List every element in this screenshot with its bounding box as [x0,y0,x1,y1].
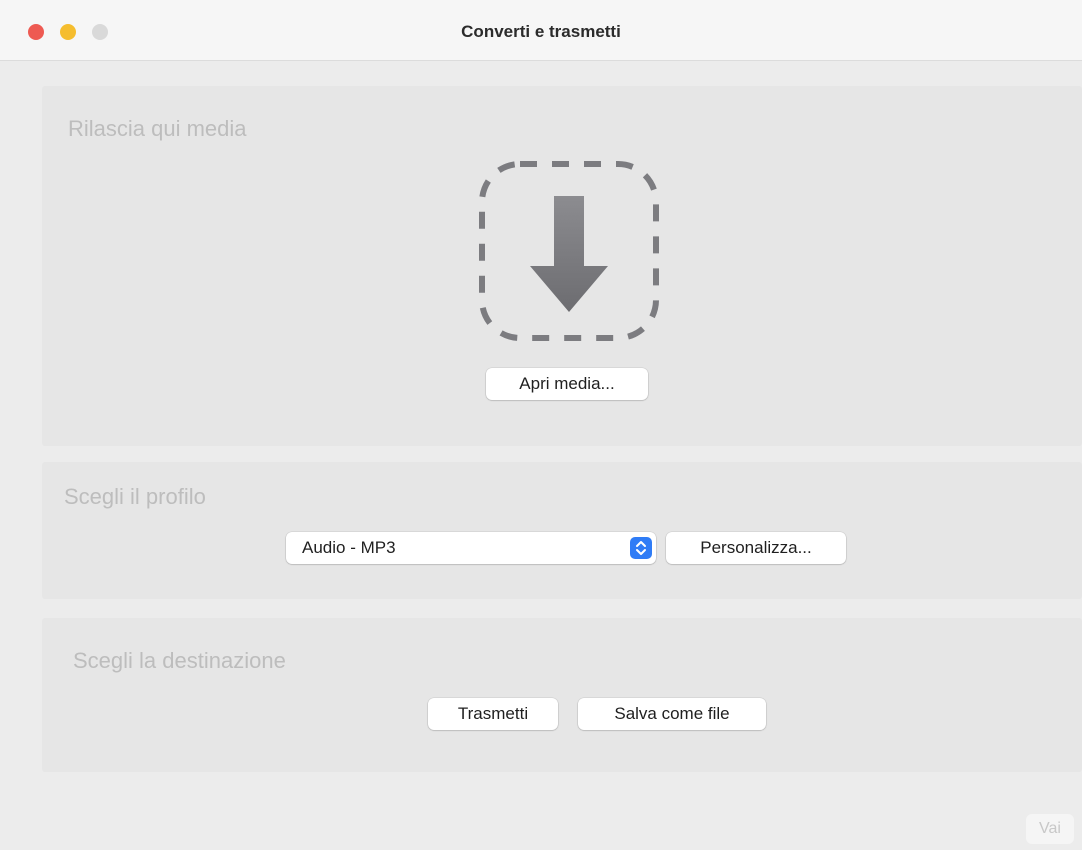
chevron-up-down-icon [630,537,652,559]
profile-panel-title: Scegli il profilo [64,484,206,509]
open-media-button[interactable]: Apri media... [486,368,648,400]
convert-stream-window: Converti e trasmetti Rilascia qui media … [0,0,1082,850]
destination-panel: Scegli la destinazione Trasmetti Salva c… [42,618,1082,772]
download-arrow-icon [479,161,659,341]
destination-panel-title: Scegli la destinazione [73,648,286,673]
profile-panel: Scegli il profilo Audio - MP3 Personaliz… [42,462,1082,599]
drop-zone-title: Rilascia qui media [68,116,247,141]
title-bar: Converti e trasmetti [0,0,1082,61]
media-drop-zone[interactable]: Rilascia qui media Apri media... [42,86,1082,446]
profile-select[interactable]: Audio - MP3 [286,532,656,564]
window-title: Converti e trasmetti [461,22,621,41]
profile-select-value: Audio - MP3 [302,538,396,557]
go-button[interactable]: Vai [1026,814,1074,844]
customize-profile-button[interactable]: Personalizza... [666,532,846,564]
stream-button[interactable]: Trasmetti [428,698,558,730]
save-as-file-button[interactable]: Salva come file [578,698,766,730]
